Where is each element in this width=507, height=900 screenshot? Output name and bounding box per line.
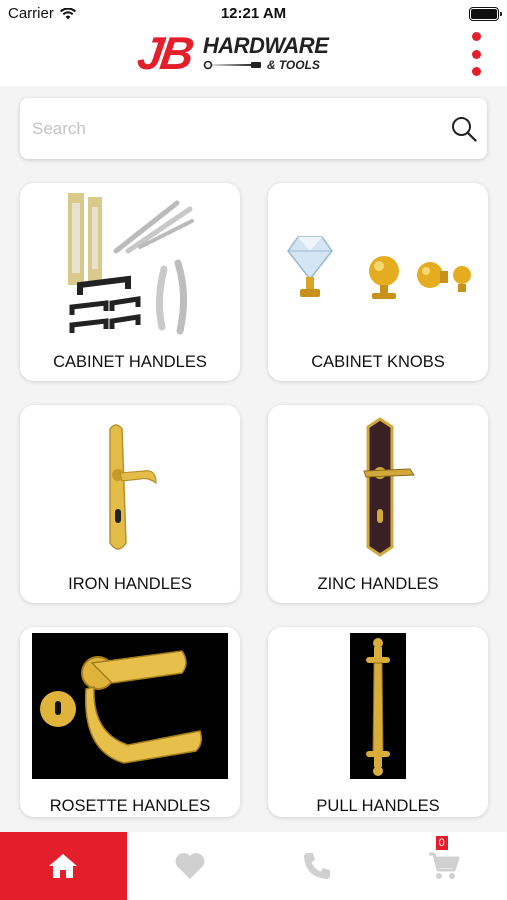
iron-handle-image (32, 413, 228, 563)
cabinet-knobs-image (280, 191, 476, 341)
category-label: IRON HANDLES (68, 575, 192, 593)
category-label: CABINET KNOBS (311, 353, 445, 371)
category-label: ZINC HANDLES (317, 575, 439, 593)
phone-icon (303, 853, 330, 879)
tab-home[interactable] (0, 832, 127, 900)
status-time: 12:21 AM (220, 5, 287, 22)
wrench-icon (203, 60, 261, 69)
home-icon (49, 854, 78, 878)
logo-line1: HARDWARE (202, 32, 329, 58)
cart-icon (428, 852, 460, 879)
category-label: CABINET HANDLES (53, 353, 207, 371)
heart-icon (175, 853, 205, 879)
tab-cart[interactable]: 0 (380, 832, 507, 900)
app-header: JB HARDWARE & TOOLS (0, 26, 507, 86)
battery-icon (469, 7, 502, 21)
tab-favorites[interactable] (127, 832, 254, 900)
rosette-handle-image (32, 633, 228, 779)
category-card-pull-handles[interactable]: PULL HANDLES (268, 627, 488, 817)
search-icon[interactable] (451, 116, 477, 142)
tab-call[interactable] (254, 832, 381, 900)
status-bar: Carrier 12:21 AM (0, 0, 507, 26)
cart-count-badge: 0 (435, 836, 448, 850)
more-menu-icon[interactable] (469, 32, 483, 76)
brand-logo[interactable]: JB HARDWARE & TOOLS (134, 27, 329, 79)
pull-handle-image (350, 633, 406, 779)
bottom-tab-bar: 0 (0, 832, 507, 900)
search-bar (20, 98, 487, 159)
cabinet-handles-image (32, 191, 228, 341)
category-label: PULL HANDLES (316, 797, 440, 815)
category-card-iron-handles[interactable]: IRON HANDLES (20, 405, 240, 603)
search-input[interactable] (32, 98, 432, 159)
zinc-handle-image (280, 413, 476, 563)
category-card-cabinet-knobs[interactable]: CABINET KNOBS (268, 183, 488, 381)
logo-mark: JB (134, 27, 195, 79)
category-card-cabinet-handles[interactable]: CABINET HANDLES (20, 183, 240, 381)
category-card-zinc-handles[interactable]: ZINC HANDLES (268, 405, 488, 603)
category-label: ROSETTE HANDLES (49, 797, 211, 815)
category-card-rosette-handles[interactable]: ROSETTE HANDLES (20, 627, 240, 817)
logo-line2: & TOOLS (266, 57, 320, 72)
logo-wordmark: HARDWARE & TOOLS (202, 32, 329, 72)
